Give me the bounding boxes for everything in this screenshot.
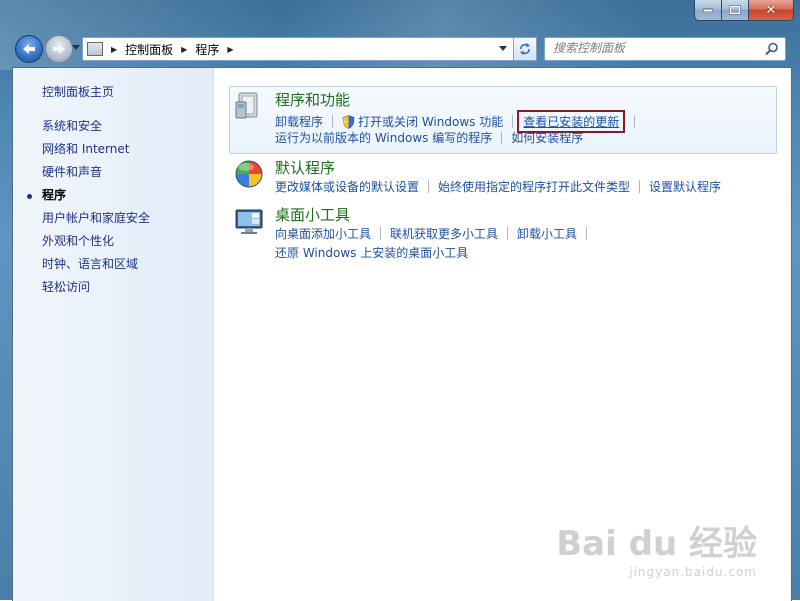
breadcrumb-separator-icon[interactable]: ▶ xyxy=(181,45,187,54)
separator xyxy=(634,115,636,128)
watermark-url: jingyan.baidu.com xyxy=(629,565,757,579)
refresh-button[interactable] xyxy=(513,37,537,61)
sidebar-item-programs: 程序 xyxy=(42,188,67,202)
back-arrow-icon xyxy=(23,44,35,54)
breadcrumb-control-panel[interactable]: 控制面板 xyxy=(125,41,173,58)
search-box[interactable] xyxy=(544,37,786,61)
separator xyxy=(380,227,382,240)
view-installed-updates-link[interactable]: 查看已安装的更新 xyxy=(523,115,619,129)
separator xyxy=(586,227,588,240)
sidebar-item-clock-language[interactable]: 时钟、语言和区域 xyxy=(42,255,138,272)
default-programs-icon[interactable] xyxy=(233,158,265,190)
category-title-desktop-gadgets[interactable]: 桌面小工具 xyxy=(275,204,350,225)
how-to-install-link[interactable]: 如何安装程序 xyxy=(511,129,583,146)
navigation-bar: ▶ 控制面板 ▶ 程序 ▶ xyxy=(0,34,800,64)
content-area: 控制面板主页 系统和安全 网络和 Internet 硬件和声音 程序 用户帐户和… xyxy=(12,67,792,601)
uninstall-program-link[interactable]: 卸载程序 xyxy=(275,113,323,130)
close-button[interactable]: ✕ xyxy=(749,0,794,21)
programs-features-tasks-row2: 运行为以前版本的 Windows 编写的程序 如何安装程序 xyxy=(275,129,583,146)
restore-gadgets-link[interactable]: 还原 Windows 上安装的桌面小工具 xyxy=(275,244,468,261)
maximize-button[interactable] xyxy=(722,0,749,21)
control-panel-icon xyxy=(87,42,103,56)
close-icon: ✕ xyxy=(765,2,777,18)
category-title-default-programs[interactable]: 默认程序 xyxy=(275,157,335,178)
maximize-icon xyxy=(729,5,741,15)
minimize-button[interactable] xyxy=(694,0,722,21)
get-more-gadgets-link[interactable]: 联机获取更多小工具 xyxy=(390,225,498,242)
desktop-gadgets-icon[interactable] xyxy=(233,205,265,237)
change-media-defaults-link[interactable]: 更改媒体或设备的默认设置 xyxy=(275,178,419,195)
desktop-gadgets-tasks-row1: 向桌面添加小工具 联机获取更多小工具 卸载小工具 xyxy=(275,225,596,242)
separator xyxy=(512,115,514,128)
refresh-icon xyxy=(520,43,530,55)
window-frame: ✕ ▶ 控制面板 ▶ 程序 ▶ 搜索控制面板 控制面板主页 系统和安全 网络和 … xyxy=(0,0,800,601)
separator xyxy=(332,115,334,128)
category-title-programs-features[interactable]: 程序和功能 xyxy=(275,89,350,110)
breadcrumb-programs[interactable]: 程序 xyxy=(195,41,219,58)
forward-arrow-icon xyxy=(53,44,65,54)
minimize-icon xyxy=(703,8,713,12)
run-older-programs-link[interactable]: 运行为以前版本的 Windows 编写的程序 xyxy=(275,129,492,146)
sidebar-item-hardware-sound[interactable]: 硬件和声音 xyxy=(42,163,102,180)
caption-buttons: ✕ xyxy=(694,0,794,21)
search-icon[interactable] xyxy=(765,42,779,56)
address-bar[interactable]: ▶ 控制面板 ▶ 程序 ▶ xyxy=(82,37,514,61)
sidebar-item-system-security[interactable]: 系统和安全 xyxy=(42,117,102,134)
current-item-bullet-icon xyxy=(27,194,32,199)
sidebar-item-control-panel-home[interactable]: 控制面板主页 xyxy=(42,83,114,100)
address-dropdown-icon[interactable] xyxy=(499,46,507,51)
uac-shield-icon xyxy=(342,114,355,129)
desktop-gadgets-tasks-row2: 还原 Windows 上安装的桌面小工具 xyxy=(275,244,468,261)
set-default-programs-link[interactable]: 设置默认程序 xyxy=(649,178,721,195)
programs-features-icon[interactable] xyxy=(233,90,265,122)
sidebar-item-ease-of-access[interactable]: 轻松访问 xyxy=(42,278,90,295)
back-button[interactable] xyxy=(15,35,43,63)
add-gadgets-link[interactable]: 向桌面添加小工具 xyxy=(275,225,371,242)
sidebar-item-network-internet[interactable]: 网络和 Internet xyxy=(42,140,129,157)
sidebar-item-user-accounts[interactable]: 用户帐户和家庭安全 xyxy=(42,209,150,226)
default-programs-tasks-row1: 更改媒体或设备的默认设置 始终使用指定的程序打开此文件类型 设置默认程序 xyxy=(275,178,721,195)
sidebar-item-appearance[interactable]: 外观和个性化 xyxy=(42,232,114,249)
always-use-program-link[interactable]: 始终使用指定的程序打开此文件类型 xyxy=(438,178,630,195)
uninstall-gadget-link[interactable]: 卸载小工具 xyxy=(517,225,577,242)
separator xyxy=(639,180,641,193)
turn-windows-features-link[interactable]: 打开或关闭 Windows 功能 xyxy=(358,113,503,130)
search-input[interactable] xyxy=(553,41,753,55)
breadcrumb-separator-icon[interactable]: ▶ xyxy=(111,45,117,54)
breadcrumb-separator-icon[interactable]: ▶ xyxy=(227,45,233,54)
baidu-watermark: Bai du 经验 jingyan.baidu.com xyxy=(556,516,757,579)
separator xyxy=(501,131,503,144)
watermark-logo: Bai du 经验 xyxy=(556,524,757,564)
forward-button[interactable] xyxy=(45,35,73,63)
sidebar: 控制面板主页 系统和安全 网络和 Internet 硬件和声音 程序 用户帐户和… xyxy=(13,68,214,601)
separator xyxy=(507,227,509,240)
recent-pages-dropdown-icon[interactable] xyxy=(72,45,80,50)
separator xyxy=(428,180,430,193)
